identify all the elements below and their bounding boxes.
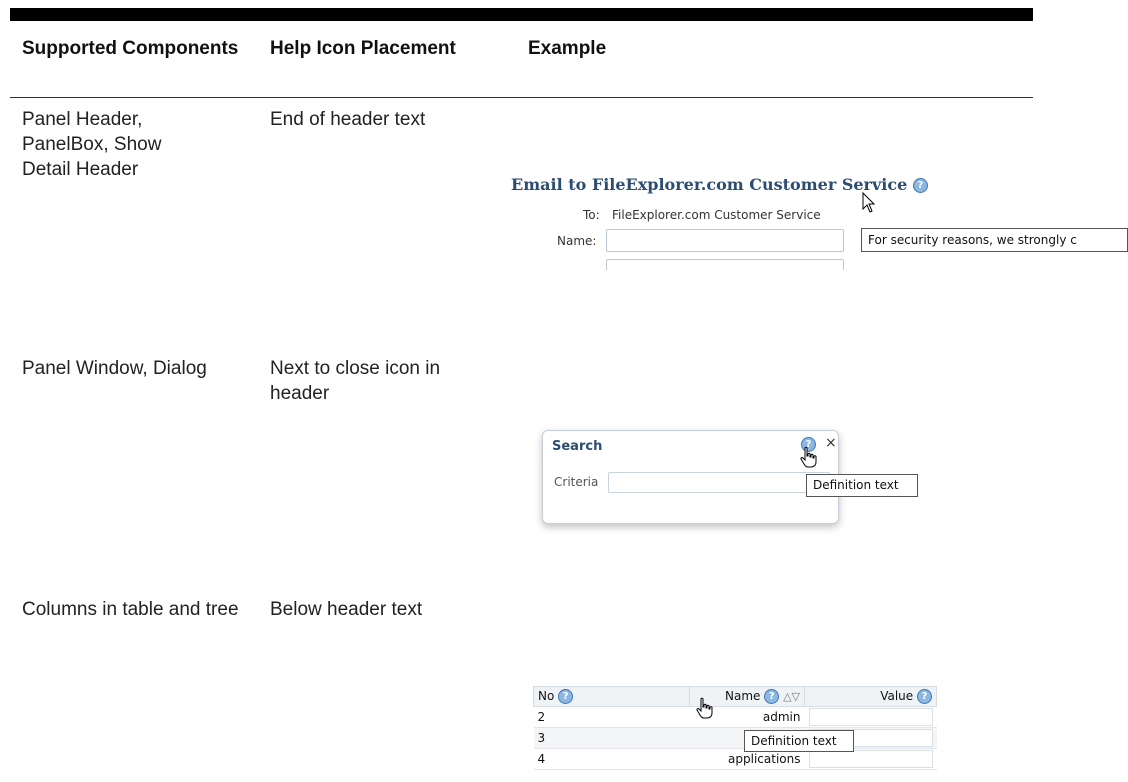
row3-components: Columns in table and tree — [22, 599, 239, 620]
row2-placement: Next to close icon in header — [270, 358, 441, 404]
header-example: Example — [528, 38, 607, 59]
name-label: Name: — [557, 234, 597, 248]
row3-placement: Below header text — [270, 599, 423, 620]
arrow-cursor-icon — [862, 192, 876, 213]
row2-components: Panel Window, Dialog — [22, 358, 207, 379]
column-header-label: Name — [725, 689, 761, 703]
column-header-value[interactable]: Value ? — [803, 686, 938, 707]
name-input[interactable] — [606, 229, 844, 252]
value-input[interactable] — [808, 750, 933, 768]
dialog-title: Search — [552, 439, 603, 454]
close-icon[interactable]: × — [825, 435, 837, 451]
table-row[interactable]: 3 appl — [533, 727, 937, 749]
help-tooltip: For security reasons, we strongly c — [861, 228, 1128, 252]
help-icon[interactable]: ? — [558, 689, 574, 704]
column-header-label: No — [538, 689, 555, 703]
cell-no: 2 — [533, 706, 690, 728]
row1-components: Panel Header, PanelBox, Show Detail Head… — [22, 109, 162, 180]
cell-no: 3 — [533, 727, 690, 749]
sort-icon[interactable]: △▽ — [783, 690, 800, 703]
column-header-no[interactable]: No ? — [533, 686, 690, 707]
table-row[interactable]: 2 admin — [533, 706, 937, 728]
header-rule — [10, 97, 1033, 98]
header-help-icon-placement: Help Icon Placement — [270, 38, 456, 59]
next-input[interactable] — [606, 259, 844, 270]
value-input[interactable] — [808, 708, 933, 726]
help-icon[interactable]: ? — [917, 689, 932, 704]
help-tooltip: Definition text — [744, 730, 854, 752]
help-tooltip: Definition text — [806, 474, 918, 497]
hand-cursor-icon — [696, 697, 713, 719]
to-label: To: — [583, 208, 600, 222]
top-rule — [10, 8, 1033, 21]
header-supported-components: Supported Components — [22, 38, 239, 59]
to-value: FileExplorer.com Customer Service — [612, 208, 821, 222]
example-dialog: Search ? × Criteria — [542, 430, 839, 524]
criteria-label: Criteria — [554, 475, 599, 489]
column-header-label: Value — [880, 689, 914, 703]
table-row[interactable]: 4 applications — [533, 748, 937, 770]
panel-header-title-text: Email to FileExplorer.com Customer Servi… — [511, 175, 908, 194]
criteria-input[interactable] — [608, 472, 830, 493]
hand-cursor-icon — [800, 446, 817, 468]
help-icon[interactable]: ? — [912, 178, 928, 193]
example-table: No ? Name ? △▽ Value ? 2 admin 3 appl — [533, 686, 938, 770]
cell-no: 4 — [533, 748, 690, 770]
help-icon[interactable]: ? — [764, 689, 780, 704]
row1-placement: End of header text — [270, 109, 426, 130]
